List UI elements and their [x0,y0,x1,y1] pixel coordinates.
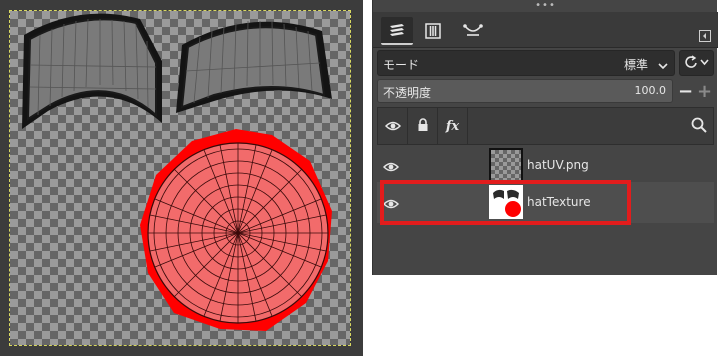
lock-pixels-button[interactable] [408,108,438,144]
lock-icon [416,117,430,136]
opacity-row: 不透明度 100.0 − + [377,79,714,103]
tab-channels[interactable] [417,17,449,45]
chevron-down-icon [658,59,668,73]
opacity-label: 不透明度 [383,86,432,100]
toggle-visibility-header[interactable] [378,108,408,144]
image-canvas[interactable] [9,10,351,346]
uv-shell-right [176,20,332,113]
uv-shell-left [22,13,162,130]
mode-value: 標準 [623,58,648,72]
uv-layout-image [22,13,332,331]
fx-label: fx [445,118,460,134]
paths-icon [463,22,483,40]
channels-icon [424,22,442,40]
panel-drag-handle[interactable]: ••• [373,0,718,12]
panel-menu-icon [699,27,711,46]
mode-dropdown[interactable]: モード 標準 [377,50,675,76]
opacity-slider[interactable]: 不透明度 100.0 [377,79,673,103]
mode-label: モード [383,58,420,72]
layers-dock-panel: ••• モード 標準 不透明度 100.0 − + fx hatUV.png h… [372,0,718,275]
eye-icon [384,117,401,136]
opacity-value: 100.0 [634,84,667,97]
search-icon[interactable] [691,117,707,137]
tab-paths[interactable] [457,17,489,45]
uv-painted-disc [140,129,332,331]
canvas-area[interactable] [0,0,363,356]
layer-thumbnail [489,148,523,182]
eye-icon[interactable] [382,158,400,177]
tab-layers[interactable] [381,17,413,45]
mode-switch-button[interactable] [679,50,714,76]
opacity-increase-button[interactable]: + [695,79,714,103]
layers-icon [388,21,406,39]
opacity-decrease-button[interactable]: − [676,79,695,103]
layer-lock-bar: fx [377,107,714,145]
dock-tab-bar [373,12,718,48]
panel-menu-button[interactable] [698,29,712,43]
selection-highlight-box [380,180,631,225]
layer-name[interactable]: hatUV.png [527,158,589,172]
layer-effects-button[interactable]: fx [438,108,468,144]
mode-row: モード 標準 [377,50,714,76]
reset-icon [684,54,709,73]
